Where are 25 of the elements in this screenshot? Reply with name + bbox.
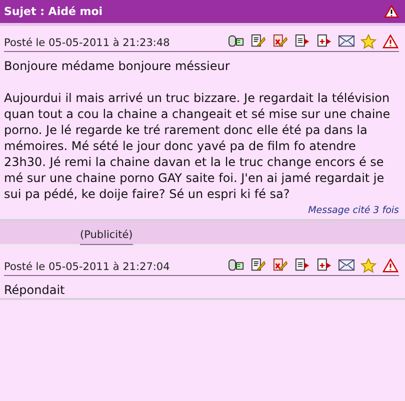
profile-icon[interactable]: [228, 34, 245, 49]
warning-icon[interactable]: [382, 34, 399, 49]
star-icon[interactable]: [360, 34, 377, 49]
add-quote-icon[interactable]: [316, 258, 333, 273]
star-icon[interactable]: [360, 258, 377, 273]
topic-title: Sujet : Aidé moi: [4, 5, 103, 18]
edit-icon[interactable]: [250, 34, 267, 49]
add-quote-icon[interactable]: [316, 34, 333, 49]
post-text: Répondait: [4, 282, 66, 298]
profile-icon[interactable]: [228, 258, 245, 273]
warning-icon[interactable]: [382, 258, 399, 273]
post-date: Posté le 05-05-2011 à 21:27:04: [4, 261, 170, 273]
ad-label: (Publicité): [80, 229, 133, 245]
post-date: Posté le 05-05-2011 à 21:23:48: [4, 37, 170, 49]
post-text: Bonjoure médame bonjoure méssieur: [4, 58, 231, 74]
delete-icon[interactable]: [272, 258, 289, 273]
quote-count-link[interactable]: Message cité 3 fois: [4, 202, 401, 219]
delete-icon[interactable]: [272, 34, 289, 49]
mail-icon[interactable]: [338, 34, 355, 49]
mail-icon[interactable]: [338, 258, 355, 273]
edit-icon[interactable]: [250, 258, 267, 273]
quote-icon[interactable]: [294, 34, 311, 49]
post-text: Aujourdui il mais arrivé un truc bizzare. Je regardait la télévision quan tout a cou la chaine a changeait et sé mise sur une chaine porno. Je lé regarde ke tré rarement donc elle été pa dans la mémoires. Mé sété le jour donc yavé pa de film fo atendre 23h30. Jé remi la chaine davan et la le truc change encors é se mé sur une chaine porno GAY saite foi. J'en ai jamé regardait je sui pa pédé, ke doije faire? Sé un espri ki fé sa?: [4, 90, 392, 202]
warning-icon[interactable]: [384, 5, 399, 18]
quote-icon[interactable]: [294, 258, 311, 273]
